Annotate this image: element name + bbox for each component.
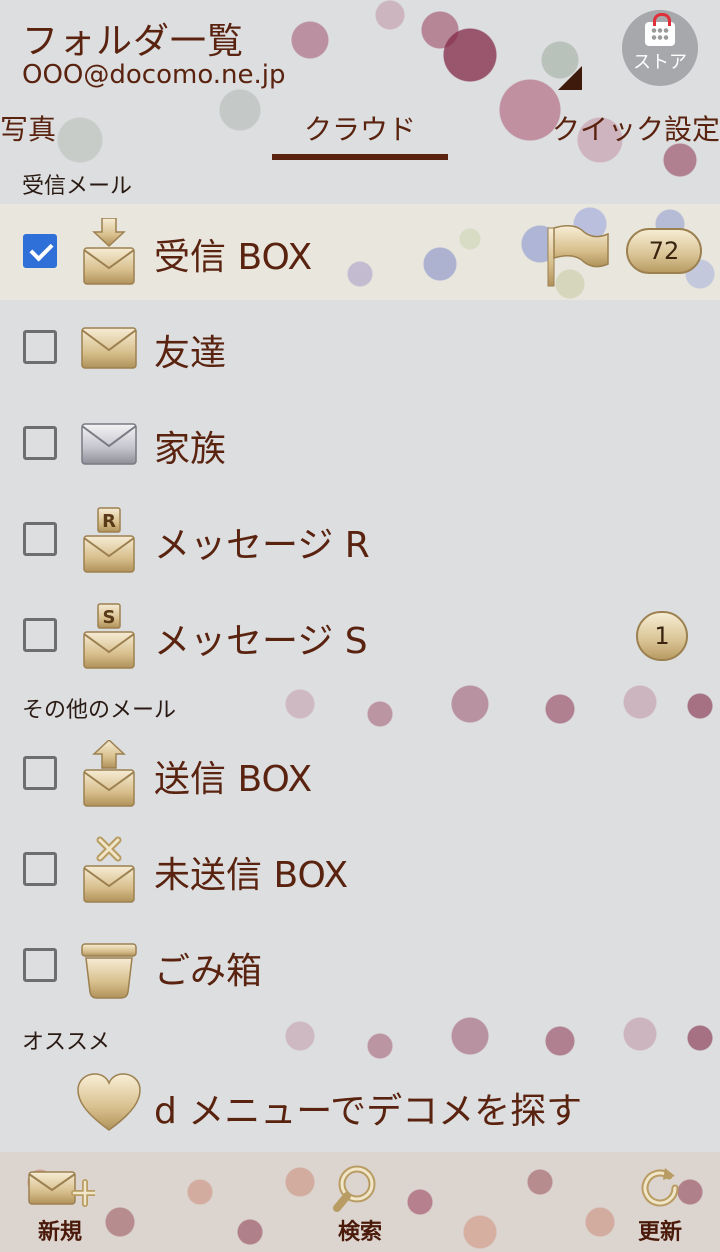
tab-cloud[interactable]: クラウド bbox=[272, 108, 448, 148]
new-mail-button[interactable]: 新規 bbox=[10, 1164, 110, 1246]
folder-row-trash[interactable]: ごみ箱 bbox=[0, 918, 720, 1014]
folder-checkbox[interactable] bbox=[23, 852, 57, 886]
folder-row-family[interactable]: 家族 bbox=[0, 396, 720, 492]
heart-icon bbox=[77, 1073, 141, 1131]
envelope-icon bbox=[81, 327, 137, 369]
silver-envelope-icon bbox=[81, 423, 137, 465]
page-title: フォルダ一覧 bbox=[22, 21, 245, 62]
find-decomail-link[interactable]: d メニューでデコメを探す bbox=[0, 1060, 720, 1150]
folder-label: 友達 bbox=[154, 333, 227, 374]
new-mail-label: 新規 bbox=[37, 1220, 82, 1245]
flag-icon[interactable] bbox=[540, 222, 610, 288]
folder-list-screen: フォルダ一覧 OOO@docomo.ne.jp ストア 写真 クラウド クイック… bbox=[0, 0, 720, 1252]
inbox-envelope-icon bbox=[83, 218, 135, 285]
folder-label: メッセージ S bbox=[154, 621, 368, 662]
folder-row-outbox[interactable]: 送信 BOX bbox=[0, 726, 720, 822]
new-mail-icon bbox=[28, 1171, 95, 1207]
search-icon bbox=[333, 1165, 376, 1212]
folder-checkbox[interactable] bbox=[23, 330, 57, 364]
folder-label: 未送信 BOX bbox=[154, 855, 349, 896]
trash-box-icon bbox=[81, 943, 137, 999]
folder-label: 家族 bbox=[154, 429, 227, 470]
store-button-label: ストア bbox=[633, 52, 687, 73]
svg-text:S: S bbox=[103, 607, 116, 628]
tab-photo[interactable]: 写真 bbox=[0, 108, 56, 148]
shopping-bag-icon bbox=[645, 13, 675, 46]
folder-label: 送信 BOX bbox=[154, 759, 313, 800]
folder-checkbox[interactable] bbox=[23, 234, 57, 268]
unread-count-badge: 1 bbox=[636, 611, 688, 661]
folder-row-unsent[interactable]: 未送信 BOX bbox=[0, 822, 720, 918]
folder-row-friends[interactable]: 友達 bbox=[0, 300, 720, 396]
folder-row-message-s[interactable]: S メッセージ S 1 bbox=[0, 588, 720, 684]
recommend-label: d メニューでデコメを探す bbox=[154, 1091, 583, 1132]
account-address[interactable]: OOO@docomo.ne.jp bbox=[22, 60, 286, 90]
folder-checkbox[interactable] bbox=[23, 426, 57, 460]
folder-label: 受信 BOX bbox=[154, 237, 313, 278]
search-label: 検索 bbox=[337, 1220, 382, 1245]
svg-text:R: R bbox=[102, 511, 116, 532]
refresh-button[interactable]: 更新 bbox=[610, 1164, 710, 1246]
message-r-envelope-icon: R bbox=[83, 507, 135, 573]
outbox-envelope-icon bbox=[83, 740, 135, 807]
folder-label: メッセージ R bbox=[154, 525, 370, 566]
folder-checkbox[interactable] bbox=[23, 948, 57, 982]
section-label-inbox-mail: 受信メール bbox=[22, 174, 133, 199]
section-label-other-mail: その他のメール bbox=[22, 698, 177, 723]
unread-count-badge: 72 bbox=[626, 228, 702, 274]
store-button[interactable]: ストア bbox=[622, 10, 698, 86]
search-button[interactable]: 検索 bbox=[310, 1164, 410, 1246]
refresh-icon bbox=[641, 1168, 679, 1207]
folder-checkbox[interactable] bbox=[23, 522, 57, 556]
tab-quick-settings[interactable]: クイック設定 bbox=[552, 108, 720, 148]
message-s-envelope-icon: S bbox=[83, 603, 135, 669]
folder-checkbox[interactable] bbox=[23, 756, 57, 790]
unsent-envelope-icon bbox=[83, 836, 135, 903]
folder-row-message-r[interactable]: R メッセージ R bbox=[0, 492, 720, 588]
folder-row-inbox[interactable]: 受信 BOX 72 bbox=[0, 204, 720, 300]
account-dropdown-icon[interactable] bbox=[558, 66, 582, 90]
folder-checkbox[interactable] bbox=[23, 618, 57, 652]
refresh-label: 更新 bbox=[637, 1220, 682, 1245]
folder-label: ごみ箱 bbox=[154, 951, 263, 992]
active-tab-indicator bbox=[272, 154, 448, 160]
section-label-recommend: オススメ bbox=[22, 1030, 111, 1055]
